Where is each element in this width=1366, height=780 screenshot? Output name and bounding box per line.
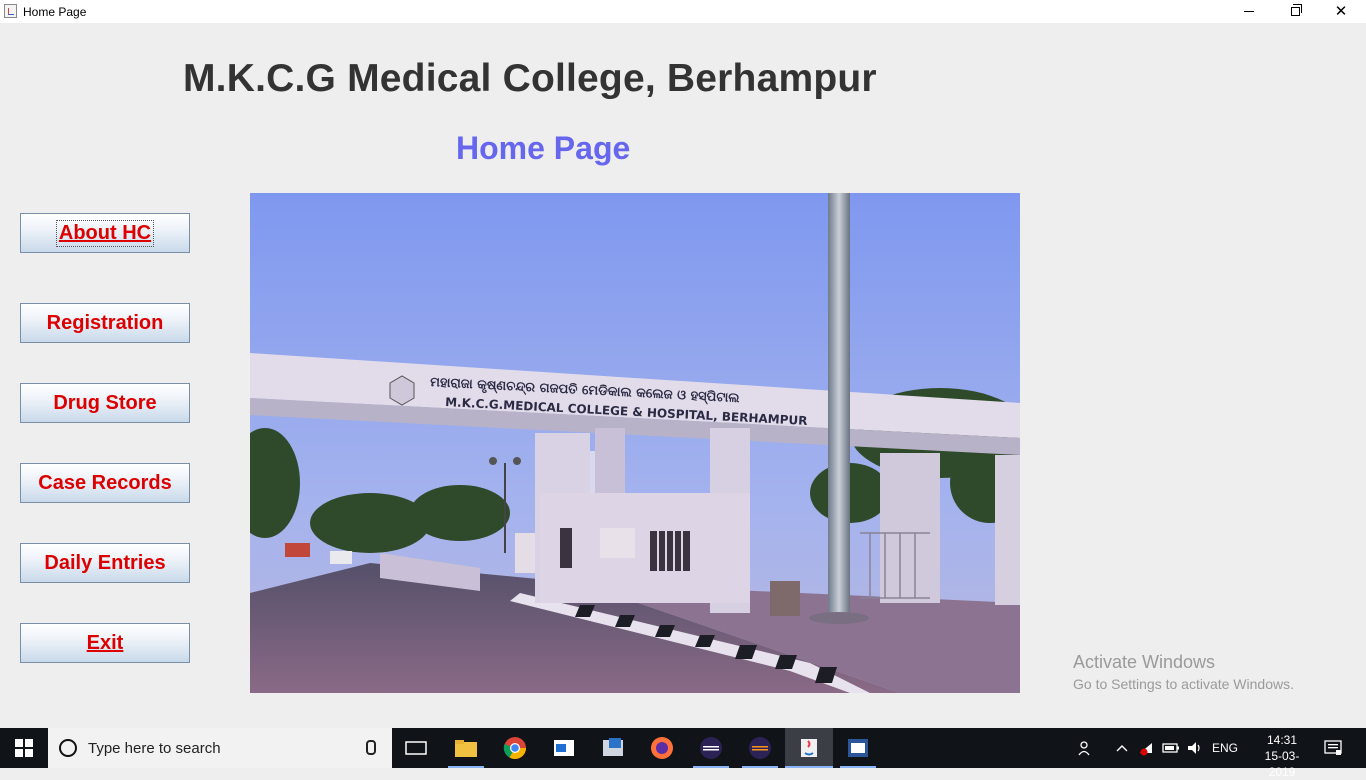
- minimize-button[interactable]: [1226, 0, 1272, 23]
- drug-store-label: Drug Store: [53, 391, 157, 414]
- file-explorer-icon: [455, 740, 477, 757]
- exit-label: Exit: [86, 631, 124, 654]
- eclipse-icon-2: [749, 737, 771, 759]
- college-title: M.K.C.G Medical College, Berhampur: [183, 57, 877, 100]
- watermark-line1: Activate Windows: [1073, 652, 1216, 672]
- close-icon: ✕: [1334, 3, 1348, 20]
- chrome-icon: [503, 737, 526, 759]
- task-view-icon: [405, 741, 427, 755]
- start-button[interactable]: [0, 728, 48, 768]
- daily-entries-button[interactable]: Daily Entries: [20, 543, 190, 583]
- java-app-button[interactable]: [785, 728, 833, 768]
- activate-windows-watermark: Activate Windows Go to Settings to activ…: [1073, 652, 1294, 692]
- task-view-button[interactable]: [392, 728, 440, 768]
- network-disconnected-icon[interactable]: [1138, 728, 1154, 768]
- taskbar: Type here to search ENG 14:31 15-03-2019: [0, 728, 1366, 779]
- daily-entries-label: Daily Entries: [44, 551, 166, 574]
- chrome-button[interactable]: [491, 728, 539, 768]
- word-icon: [848, 739, 868, 757]
- firefox-button[interactable]: [638, 728, 686, 768]
- java-app-icon: [4, 4, 17, 18]
- close-button[interactable]: ✕: [1318, 0, 1364, 23]
- battery-icon[interactable]: [1162, 728, 1180, 768]
- firefox-icon: [651, 737, 673, 759]
- file-explorer-button[interactable]: [442, 728, 490, 768]
- registration-label: Registration: [46, 311, 164, 334]
- watermark-line2: Go to Settings to activate Windows.: [1073, 676, 1294, 692]
- show-hidden-icons-chevron-icon[interactable]: [1116, 728, 1128, 768]
- search-placeholder: Type here to search: [88, 740, 221, 757]
- window-titlebar: Home Page ✕: [0, 0, 1366, 23]
- case-records-button[interactable]: Case Records: [20, 463, 190, 503]
- action-center-icon[interactable]: [1324, 728, 1342, 768]
- java-icon: [801, 739, 817, 757]
- tool-icon: [603, 738, 623, 756]
- restore-icon: [1290, 4, 1302, 16]
- drug-store-button[interactable]: Drug Store: [20, 383, 190, 423]
- about-hc-label: About HC: [55, 219, 155, 247]
- clock-time: 14:31: [1266, 733, 1298, 747]
- app-window-icon: [554, 740, 574, 756]
- window-title: Home Page: [23, 5, 87, 19]
- eclipse-button-2[interactable]: [736, 728, 784, 768]
- windows-logo-icon: [15, 739, 33, 757]
- registration-button[interactable]: Registration: [20, 303, 190, 343]
- page-title: Home Page: [456, 130, 631, 166]
- minimize-icon: [1244, 11, 1254, 12]
- tool-button[interactable]: [589, 728, 637, 768]
- clock-date: 15-03-2019: [1264, 749, 1300, 779]
- restore-button[interactable]: [1272, 0, 1318, 23]
- people-icon[interactable]: [1078, 728, 1096, 768]
- exit-button[interactable]: Exit: [20, 623, 190, 663]
- app-window-button[interactable]: [540, 728, 588, 768]
- taskbar-search-box[interactable]: Type here to search: [48, 728, 392, 768]
- word-button[interactable]: [834, 728, 882, 768]
- college-gate-photo: ମହାରାଜା କୃଷ୍ଣଚନ୍ଦ୍ର ଗଜପତି ମେଡିକାଲ କଲେଜ ଓ…: [250, 193, 1020, 693]
- case-records-label: Case Records: [38, 471, 172, 494]
- eclipse-icon: [700, 737, 722, 759]
- microphone-icon[interactable]: [366, 740, 376, 755]
- volume-icon[interactable]: [1186, 728, 1204, 768]
- cortana-icon: [59, 739, 77, 757]
- eclipse-button[interactable]: [687, 728, 735, 768]
- about-hc-button[interactable]: About HC: [20, 213, 190, 253]
- taskbar-clock[interactable]: 14:31 15-03-2019: [1252, 732, 1312, 780]
- language-indicator[interactable]: ENG: [1212, 728, 1238, 768]
